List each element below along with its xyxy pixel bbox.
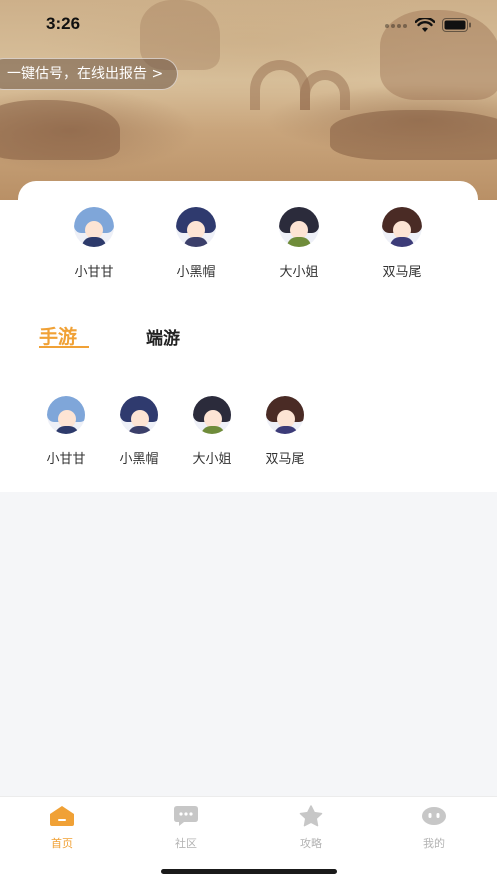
nav-community-label: 社区 [175,837,197,850]
character-name: 双马尾 [265,452,305,467]
tab-mobile-games[interactable]: 手游 [39,322,77,349]
character-name: 双马尾 [382,265,422,280]
character-avatar [382,207,422,247]
featured-character-item[interactable]: 双马尾 [362,207,442,280]
character-name: 小黑帽 [119,452,159,467]
character-avatar [193,396,231,434]
character-avatar [266,396,304,434]
game-grid-item[interactable]: 小黑帽 [109,396,169,467]
status-time: 3:26 [46,14,81,33]
nav-community[interactable]: 社区 [156,805,216,851]
home-icon [50,806,74,826]
featured-character-item[interactable]: 大小姐 [259,207,339,280]
cellular-signal-icon [385,24,407,28]
character-avatar [120,396,158,434]
character-name: 小黑帽 [176,265,216,280]
character-avatar [176,207,216,247]
character-name: 大小姐 [192,452,232,467]
nav-profile-label: 我的 [423,837,445,850]
nav-home[interactable]: 首页 [32,805,92,851]
appraisal-report-button[interactable]: 一键估号，在线出报告 > [0,58,179,90]
character-name: 大小姐 [279,265,319,280]
nav-guides-label: 攻略 [300,837,322,850]
featured-character-item[interactable]: 小甘甘 [54,207,134,280]
game-grid-item[interactable]: 大小姐 [182,396,242,467]
wifi-icon [415,18,435,32]
nav-home-label: 首页 [51,837,73,850]
home-indicator [161,869,337,874]
star-icon [299,805,323,827]
character-name: 小甘甘 [46,452,86,467]
active-tab-indicator [39,346,89,348]
nav-guides[interactable]: 攻略 [281,805,341,851]
featured-character-item[interactable]: 小黑帽 [156,207,236,280]
nav-profile[interactable]: 我的 [404,805,464,851]
character-avatar [47,396,85,434]
game-grid-item[interactable]: 双马尾 [255,396,315,467]
battery-icon [442,18,471,32]
profile-icon [422,807,446,825]
character-avatar [74,207,114,247]
status-bar: 3:26 [0,0,497,52]
tab-pc-games[interactable]: 端游 [146,324,180,349]
character-name: 小甘甘 [74,265,114,280]
character-avatar [279,207,319,247]
featured-characters-card: 小甘甘 小黑帽 大小姐 双马尾 [18,181,478,289]
game-grid-item[interactable]: 小甘甘 [36,396,96,467]
chat-icon [174,806,198,826]
